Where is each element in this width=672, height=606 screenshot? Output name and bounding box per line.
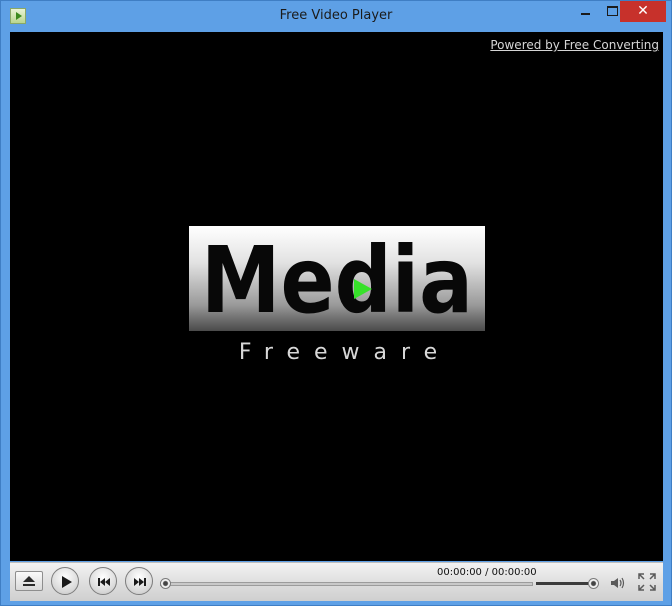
next-button[interactable] <box>125 567 153 595</box>
control-bar: 00:00:00 / 00:00:00 <box>10 562 663 601</box>
close-button[interactable]: ✕ <box>620 1 666 22</box>
next-track-icon <box>134 578 146 586</box>
media-logo: Media <box>189 226 485 331</box>
seek-bar[interactable] <box>160 582 533 586</box>
minimize-button[interactable] <box>570 1 600 22</box>
eject-button[interactable] <box>15 571 43 591</box>
play-icon <box>62 576 72 588</box>
title-bar[interactable]: Free Video Player ✕ <box>1 1 671 31</box>
logo-subtitle: Freeware <box>238 340 452 365</box>
maximize-icon <box>606 6 618 16</box>
volume-slider-handle[interactable] <box>588 578 599 589</box>
volume-icon[interactable] <box>610 576 626 590</box>
time-display: 00:00:00 / 00:00:00 <box>437 567 537 578</box>
volume-slider[interactable] <box>536 582 594 585</box>
powered-by-link[interactable]: Powered by Free Converting <box>490 38 659 52</box>
fullscreen-icon[interactable] <box>638 573 656 591</box>
video-area[interactable]: Powered by Free Converting Media Freewar… <box>10 32 663 561</box>
player-window: Free Video Player ✕ Powered by Free Conv… <box>0 0 672 606</box>
seek-slider-handle[interactable] <box>160 578 171 589</box>
previous-track-icon <box>98 578 110 586</box>
logo-word: Media <box>201 227 473 331</box>
close-icon: ✕ <box>637 3 649 19</box>
minimize-icon <box>580 13 590 15</box>
play-button[interactable] <box>51 567 79 595</box>
previous-button[interactable] <box>89 567 117 595</box>
